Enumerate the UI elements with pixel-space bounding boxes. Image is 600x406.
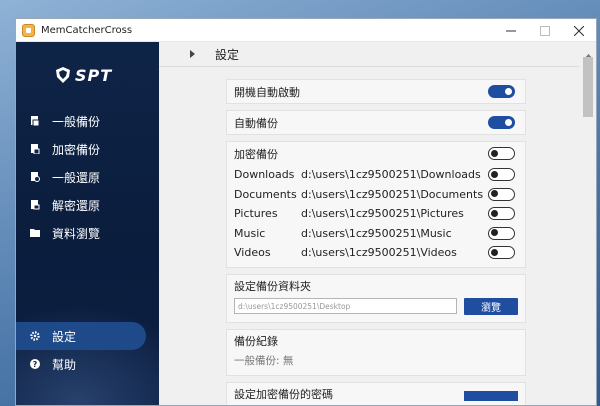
browse-button[interactable]: 瀏覽 xyxy=(464,297,518,315)
title-bar: MemCatcherCross xyxy=(16,19,596,42)
folder-name: Music xyxy=(234,226,266,240)
maximize-icon[interactable] xyxy=(528,19,562,42)
sidebar: SPT 一般備份 加密備份 一般還原 解密還原 資料瀏覽 設定 ? 幫助 xyxy=(16,42,159,405)
chevron-right-icon[interactable] xyxy=(189,49,197,59)
backup-log-label: 備份紀錄 xyxy=(234,335,278,348)
help-icon: ? xyxy=(30,359,40,369)
folder-path: d:\users\1cz9500251\Music xyxy=(301,226,452,240)
logo: SPT xyxy=(56,65,112,85)
settings-header[interactable]: 設定 xyxy=(159,42,596,66)
folder-toggle-music[interactable] xyxy=(488,226,515,240)
encrypted-backup-label: 加密備份 xyxy=(234,147,278,161)
vertical-scrollbar[interactable] xyxy=(579,42,596,405)
app-window: MemCatcherCross SPT 一般備份 加密備份 一般還原 解密還原 … xyxy=(15,18,597,406)
restore-icon xyxy=(30,172,40,182)
folder-toggle-videos[interactable] xyxy=(488,246,515,259)
browse-data-icon xyxy=(30,228,40,238)
sidebar-item-label: 加密備份 xyxy=(52,142,101,157)
folder-toggle-downloads[interactable] xyxy=(488,168,515,181)
sidebar-item-label: 解密還原 xyxy=(52,198,101,213)
auto-backup-row: 自動備份 xyxy=(227,111,525,134)
folder-name: Videos xyxy=(234,246,271,260)
encrypted-backup-icon xyxy=(30,144,40,154)
backup-folder-row: 設定備份資料夾 xyxy=(227,275,525,298)
encrypted-backup-toggle[interactable] xyxy=(488,147,515,160)
folder-toggle-documents[interactable] xyxy=(488,187,515,201)
folder-row-music: Music d:\users\1cz9500251\Music xyxy=(227,224,525,244)
auto-start-toggle[interactable] xyxy=(488,85,515,98)
page-title: 設定 xyxy=(215,47,240,62)
folder-row-documents: Documents d:\users\1cz9500251\Documents xyxy=(227,185,525,205)
sidebar-item-browse-data[interactable]: 資料瀏覽 xyxy=(16,219,159,247)
folder-name: Documents xyxy=(234,187,297,201)
folder-name: Downloads xyxy=(234,168,295,182)
auto-start-label: 開機自動啟動 xyxy=(234,85,300,99)
main-panel: 設定 開機自動啟動 自動備份 加密備份 Downloads d:\users\1… xyxy=(159,42,596,406)
backup-folder-card: 設定備份資料夾 瀏覽 xyxy=(226,273,526,323)
folder-row-videos: Videos d:\users\1cz9500251\Videos xyxy=(227,243,525,263)
auto-backup-card: 自動備份 xyxy=(226,110,526,135)
svg-text:?: ? xyxy=(33,360,38,369)
folder-toggle-pictures[interactable] xyxy=(488,207,515,220)
set-password-button[interactable] xyxy=(464,390,518,401)
sidebar-item-encrypted-backup[interactable]: 加密備份 xyxy=(16,135,159,163)
encrypt-password-label: 設定加密備份的密碼 xyxy=(234,388,333,401)
auto-start-row: 開機自動啟動 xyxy=(227,80,525,103)
scrollbar-thumb[interactable] xyxy=(583,57,593,117)
backup-log-text: 一般備份: 無 xyxy=(234,354,294,367)
sidebar-item-label: 一般還原 xyxy=(52,170,101,185)
header-divider xyxy=(159,66,579,67)
app-icon xyxy=(22,23,35,37)
shield-logo-icon xyxy=(56,67,70,83)
folder-path: d:\users\1cz9500251\Documents xyxy=(301,187,484,201)
folder-path: d:\users\1cz9500251\Downloads xyxy=(301,168,481,182)
folder-path: d:\users\1cz9500251\Pictures xyxy=(301,207,464,221)
folder-row-pictures: Pictures d:\users\1cz9500251\Pictures xyxy=(227,204,525,224)
decrypt-restore-icon xyxy=(30,200,40,210)
logo-text: SPT xyxy=(75,65,113,85)
sidebar-nav: 一般備份 加密備份 一般還原 解密還原 資料瀏覽 xyxy=(16,107,159,247)
backup-folder-input[interactable] xyxy=(234,298,457,314)
scroll-up-icon[interactable] xyxy=(584,45,593,59)
backup-folder-label: 設定備份資料夾 xyxy=(234,280,311,293)
folder-row-downloads: Downloads d:\users\1cz9500251\Downloads xyxy=(227,165,525,185)
backup-icon xyxy=(30,116,40,126)
close-icon[interactable] xyxy=(562,19,596,42)
encrypt-password-card: 設定加密備份的密碼 xyxy=(226,381,526,406)
auto-backup-toggle[interactable] xyxy=(488,116,515,129)
folder-path: d:\users\1cz9500251\Videos xyxy=(301,246,457,260)
encrypted-backup-card: 加密備份 Downloads d:\users\1cz9500251\Downl… xyxy=(226,141,526,268)
sidebar-item-help[interactable]: ? 幫助 xyxy=(16,350,159,378)
sidebar-item-general-backup[interactable]: 一般備份 xyxy=(16,107,159,135)
sidebar-item-settings[interactable]: 設定 xyxy=(16,322,146,350)
sidebar-item-label: 設定 xyxy=(52,329,77,344)
minimize-icon[interactable] xyxy=(494,19,528,42)
sidebar-item-label: 幫助 xyxy=(52,357,77,372)
sidebar-item-label: 資料瀏覽 xyxy=(52,226,101,241)
auto-backup-label: 自動備份 xyxy=(234,116,278,130)
encrypt-password-row: 設定加密備份的密碼 xyxy=(227,383,525,406)
window-controls xyxy=(494,19,596,42)
sidebar-item-decrypt-restore[interactable]: 解密還原 xyxy=(16,191,159,219)
sidebar-item-label: 一般備份 xyxy=(52,114,101,129)
auto-start-card: 開機自動啟動 xyxy=(226,79,526,104)
encrypted-backup-row: 加密備份 xyxy=(227,142,525,165)
settings-content: 開機自動啟動 自動備份 加密備份 Downloads d:\users\1cz9… xyxy=(226,79,526,406)
window-title: MemCatcherCross xyxy=(41,24,133,36)
backup-log-row: 備份紀錄 xyxy=(227,330,525,353)
gear-icon xyxy=(30,331,40,341)
backup-log-card: 備份紀錄 一般備份: 無 xyxy=(226,328,526,376)
folder-name: Pictures xyxy=(234,207,278,221)
backup-folder-field-row: 瀏覽 xyxy=(227,297,525,322)
sidebar-bottom-nav: 設定 ? 幫助 xyxy=(16,322,159,378)
sidebar-item-general-restore[interactable]: 一般還原 xyxy=(16,163,159,191)
